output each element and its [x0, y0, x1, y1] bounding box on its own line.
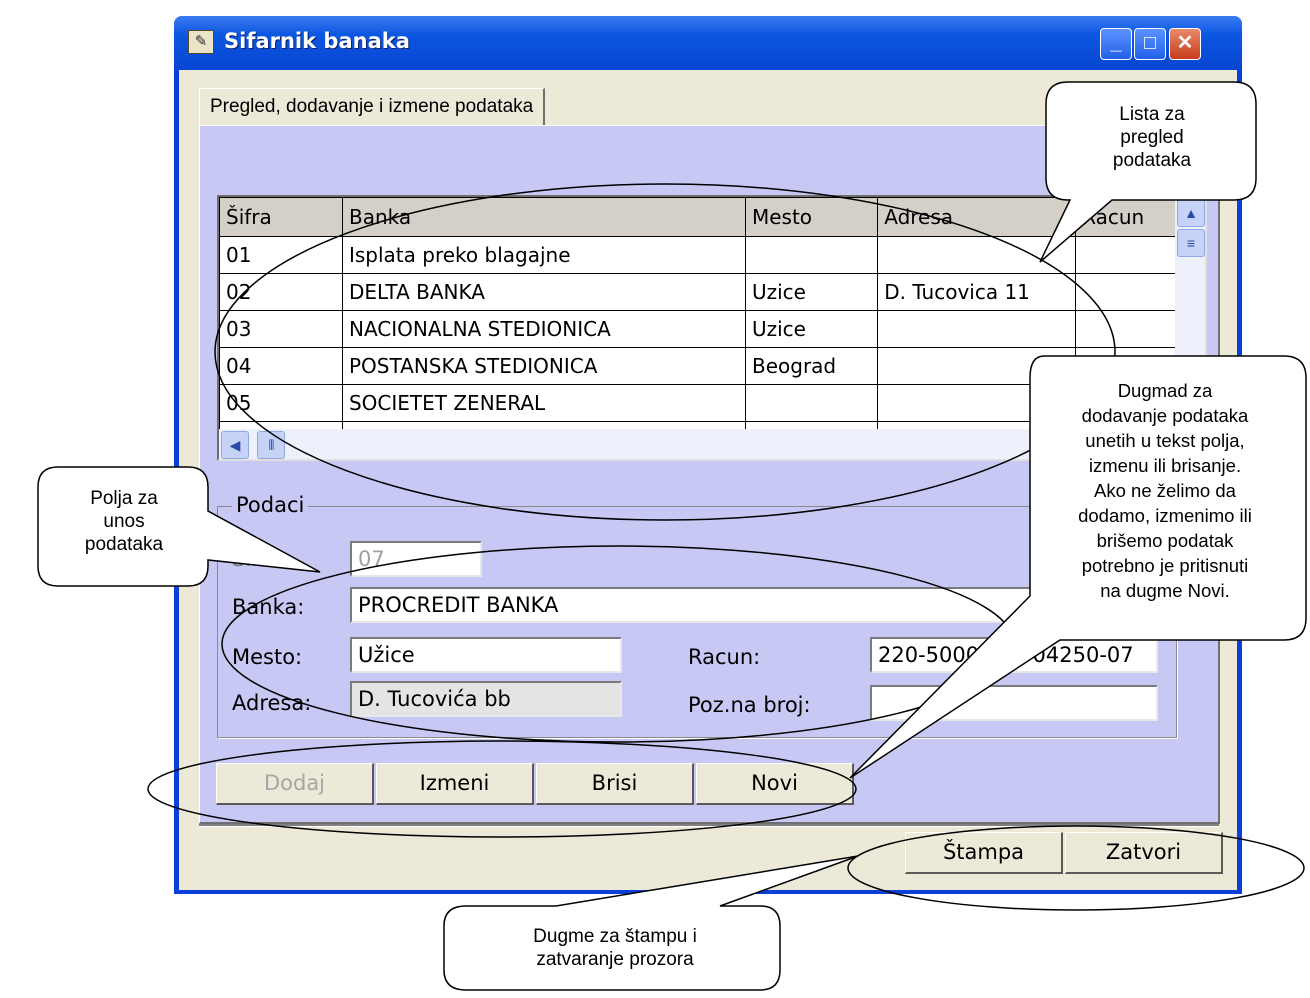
cell-banka: Isplata preko blagajne [341, 236, 746, 274]
window-title: Sifarnik banaka [224, 29, 410, 53]
izmeni-button[interactable]: Izmeni [376, 763, 534, 805]
cell-mesto: Uzice [744, 310, 879, 348]
callout-line: dodamo, izmenimo ili [1078, 505, 1252, 526]
cell-banka: DELTA BANKA [341, 273, 746, 311]
scroll-hthumb[interactable]: ⦀ [257, 431, 286, 459]
poz-na-broj-label: Poz.na broj: [688, 693, 811, 717]
title-bar[interactable]: ✎ Sifarnik banaka _ □ ✕ [174, 16, 1242, 70]
callout-polja-text: Polja za unos podataka [44, 487, 204, 556]
callout-line: pregled [1120, 127, 1184, 148]
zatvori-button[interactable]: Zatvori [1065, 832, 1223, 874]
callout-line: Polja za [90, 488, 158, 509]
minimize-button[interactable]: _ [1100, 28, 1132, 60]
cell-mesto [744, 236, 879, 274]
table-row[interactable]: 03 NACIONALNA STEDIONICA Uzice [219, 310, 1205, 348]
footer-divider [199, 824, 1219, 827]
callout-lista-text: Lista za pregled podataka [1060, 103, 1244, 172]
novi-button[interactable]: Novi [696, 763, 854, 805]
callout-line: Dugme za štampu i [533, 926, 697, 947]
callout-line: Lista za [1119, 104, 1185, 125]
column-header-sifra[interactable]: Šifra [219, 197, 343, 237]
grid-header-row: Šifra Banka Mesto Adresa Racun [219, 197, 1205, 237]
callout-line: brišemo podatak [1096, 530, 1234, 551]
column-header-mesto[interactable]: Mesto [744, 197, 879, 237]
app-icon: ✎ [188, 30, 214, 54]
table-row[interactable]: 02 DELTA BANKA Uzice D. Tucovica 11 [219, 273, 1205, 311]
table-row[interactable]: 01 Isplata preko blagajne [219, 236, 1205, 274]
scroll-thumb[interactable]: ≡ [1177, 229, 1205, 257]
cell-sifra: 04 [219, 347, 343, 385]
cell-mesto: Beograd [744, 347, 879, 385]
cell-sifra: 03 [219, 310, 343, 348]
callout-line: unos [103, 511, 145, 532]
horizontal-scrollbar[interactable]: ◀ ⦀ [219, 429, 1175, 459]
podaci-group: Podaci Šifra: 07 Banka: PROCREDIT BANKA … [217, 493, 1177, 738]
cell-adresa [877, 236, 1077, 274]
callout-stampa-text: Dugme za štampu i zatvaranje prozora [460, 925, 770, 971]
racun-field[interactable]: 220-5000000004250-07 [870, 637, 1158, 673]
callout-line: na dugme Novi. [1100, 580, 1230, 601]
callout-line: zatvaranje prozora [536, 949, 694, 970]
callout-line: potrebno je pritisnuti [1081, 555, 1249, 576]
cell-mesto [744, 384, 879, 422]
stampa-button[interactable]: Štampa [905, 832, 1063, 874]
scroll-left-icon[interactable]: ◀ [221, 431, 249, 459]
callout-dugmad-text: Dugmad za dodavanje podataka unetih u te… [1034, 378, 1296, 603]
sifra-label: Šifra: [232, 547, 288, 571]
mesto-field[interactable]: Užice [350, 637, 622, 673]
callout-line: podataka [1112, 150, 1192, 171]
cell-banka: NACIONALNA STEDIONICA [341, 310, 746, 348]
column-header-adresa[interactable]: Adresa [877, 197, 1077, 237]
dodaj-button[interactable]: Dodaj [216, 763, 374, 805]
adresa-field[interactable]: D. Tucovića bb [350, 681, 622, 717]
cell-sifra: 05 [219, 384, 343, 422]
cell-mesto: Uzice [744, 273, 879, 311]
scroll-up-icon[interactable]: ▲ [1177, 199, 1205, 227]
cell-adresa [877, 310, 1077, 348]
cell-banka: POSTANSKA STEDIONICA [341, 347, 746, 385]
close-button[interactable]: ✕ [1169, 28, 1201, 60]
podaci-legend: Podaci [232, 493, 309, 517]
racun-label: Racun: [688, 645, 761, 669]
tab-pregled[interactable]: Pregled, dodavanje i izmene podataka [199, 88, 546, 125]
cell-adresa: D. Tucovica 11 [877, 273, 1077, 311]
callout-line: podataka [84, 534, 164, 555]
cell-sifra: 02 [219, 273, 343, 311]
mesto-label: Mesto: [232, 645, 303, 669]
maximize-button[interactable]: □ [1134, 28, 1166, 60]
callout-line: unetih u tekst polja, [1085, 430, 1245, 451]
adresa-label: Adresa: [232, 691, 312, 715]
poz-na-broj-field[interactable] [870, 685, 1158, 721]
column-header-banka[interactable]: Banka [341, 197, 746, 237]
callout-line: dodavanje podataka [1081, 405, 1249, 426]
callout-line: Dugmad za [1117, 380, 1213, 401]
banka-label: Banka: [232, 595, 305, 619]
callout-line: Ako ne želimo da [1094, 480, 1236, 501]
brisi-button[interactable]: Brisi [536, 763, 694, 805]
callout-line: izmenu ili brisanje. [1088, 455, 1242, 476]
cell-banka: SOCIETET ZENERAL [341, 384, 746, 422]
sifra-field[interactable]: 07 [350, 541, 482, 577]
cell-sifra: 01 [219, 236, 343, 274]
